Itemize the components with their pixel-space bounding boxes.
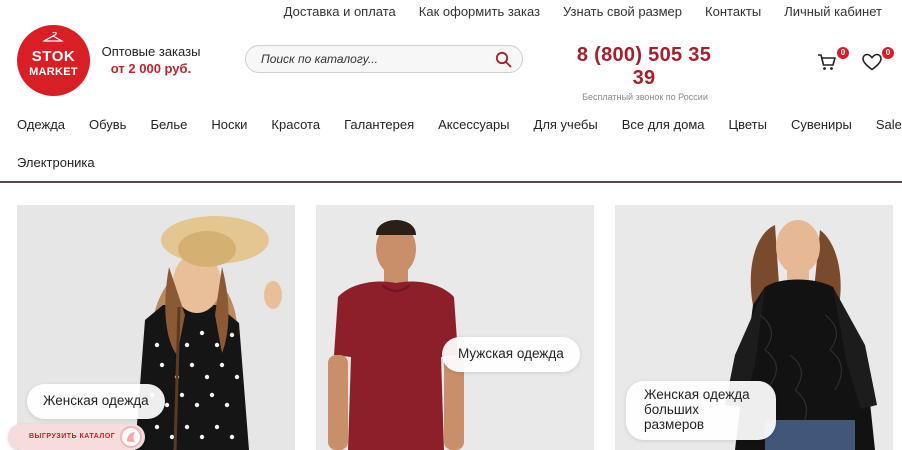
cart-count-badge: 0 (837, 47, 849, 59)
men-clothing-photo (316, 205, 594, 450)
wholesale-min-amount: от 2 000 руб. (110, 61, 192, 76)
category-electronics[interactable]: Электроника (17, 155, 95, 170)
hanger-icon (43, 32, 63, 42)
category-clothing[interactable]: Одежда (17, 117, 65, 132)
card-label-plus-size-line1: Женская одежда (644, 387, 750, 402)
logo-text-stok: STOK (31, 48, 76, 65)
category-haberdashery[interactable]: Галантерея (344, 117, 414, 132)
top-nav: Доставка и оплата Как оформить заказ Узн… (284, 4, 882, 19)
category-home[interactable]: Все для дома (622, 117, 705, 132)
wholesale-info: Оптовые заказы от 2 000 руб. (101, 44, 201, 76)
export-catalog-icon (120, 426, 142, 448)
top-link-contacts[interactable]: Контакты (705, 4, 761, 19)
category-flowers[interactable]: Цветы (729, 117, 767, 132)
export-catalog-label: ВЫГРУЗИТЬ КАТАЛОГ (29, 433, 116, 440)
category-socks[interactable]: Носки (211, 117, 247, 132)
wholesale-title: Оптовые заказы (101, 44, 201, 59)
category-souvenirs[interactable]: Сувениры (791, 117, 852, 132)
category-study[interactable]: Для учебы (534, 117, 598, 132)
top-link-account[interactable]: Личный кабинет (784, 4, 882, 19)
search-icon[interactable] (495, 51, 512, 68)
header-divider (0, 181, 902, 183)
top-link-size[interactable]: Узнать свой размер (563, 4, 682, 19)
favorites-button[interactable]: 0 (862, 47, 894, 73)
category-card-women[interactable]: Женская одежда (17, 205, 295, 450)
logo-text-market: MARKET (29, 66, 78, 78)
phone-number[interactable]: 8 (800) 505 35 39 (569, 44, 719, 90)
heart-icon (862, 53, 882, 71)
phone-block: 8 (800) 505 35 39 Бесплатный звонок по Р… (569, 44, 719, 102)
category-accessories[interactable]: Аксессуары (438, 117, 509, 132)
card-label-women: Женская одежда (27, 384, 165, 419)
category-shoes[interactable]: Обувь (89, 117, 126, 132)
top-link-delivery[interactable]: Доставка и оплата (284, 4, 396, 19)
card-label-plus-size: Женская одежда больших размеров (626, 381, 776, 440)
export-catalog-button[interactable]: ВЫГРУЗИТЬ КАТАЛОГ (8, 424, 145, 450)
cart-icon (818, 54, 836, 70)
top-link-how-to-order[interactable]: Как оформить заказ (419, 4, 540, 19)
category-card-plus-size[interactable]: Женская одежда больших размеров (615, 205, 893, 450)
card-label-plus-size-line2: больших размеров (644, 401, 705, 432)
card-label-men: Мужская одежда (442, 337, 580, 372)
search-bar (245, 45, 523, 73)
cart-button[interactable]: 0 (817, 47, 849, 73)
favorites-count-badge: 0 (882, 47, 894, 59)
phone-note: Бесплатный звонок по России (582, 92, 708, 102)
site-logo[interactable]: STOK MARKET (17, 25, 90, 96)
category-sale[interactable]: Sale (876, 117, 902, 132)
category-beauty[interactable]: Красота (271, 117, 320, 132)
search-input[interactable] (261, 52, 486, 66)
category-card-men[interactable]: Мужская одежда (316, 205, 594, 450)
category-underwear[interactable]: Белье (150, 117, 187, 132)
